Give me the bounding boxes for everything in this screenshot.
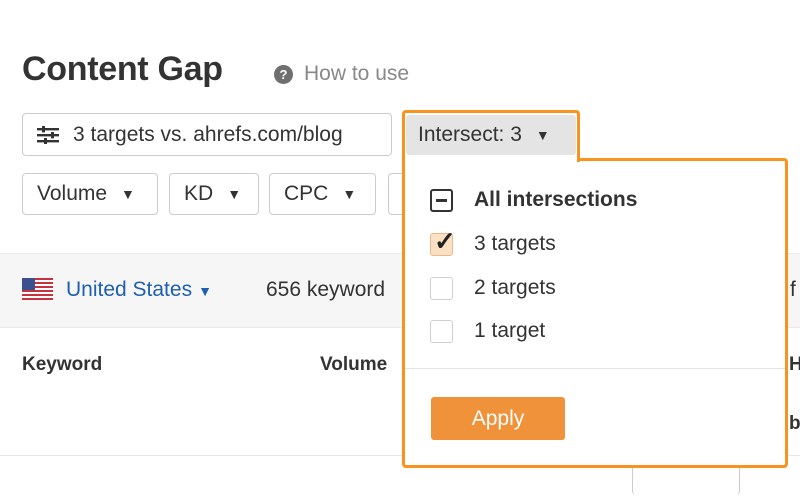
targets-label: 3 targets vs. ahrefs.com/blog [73,122,343,146]
truncated-text: f [790,278,796,301]
how-to-use-label: How to use [304,62,410,85]
keyword-count: 656 keyword [266,278,386,301]
checked-checkbox[interactable]: ✓ [430,226,456,256]
unchecked-checkbox[interactable] [430,276,453,300]
caret-down-icon: ▼ [198,283,212,299]
indeterminate-checkbox[interactable] [430,188,453,212]
caret-down-icon: ▼ [227,186,242,202]
page-title: Content Gap [22,50,223,88]
table-row-partial [632,465,740,495]
column-header-keyword[interactable]: Keyword [22,354,102,376]
kd-filter-label: KD [184,182,214,205]
cpc-filter-label: CPC [284,182,329,205]
option-all-intersections[interactable]: All intersections [430,188,637,212]
kd-filter[interactable]: KD ▼ [169,173,259,215]
country-label: United States [66,278,193,301]
option-label: 1 target [474,319,546,342]
us-flag-icon [22,278,53,300]
option-3-targets[interactable]: ✓ 3 targets [430,226,556,256]
caret-down-icon: ▼ [535,127,550,143]
intersect-dropdown-tab-join [405,156,577,162]
option-label: 2 targets [474,276,556,299]
volume-filter-label: Volume [37,182,108,205]
option-1-target[interactable]: 1 target [430,319,545,343]
option-label: All intersections [474,188,638,211]
cpc-filter[interactable]: CPC ▼ [269,173,376,215]
option-2-targets[interactable]: 2 targets [430,276,556,300]
unchecked-checkbox[interactable] [430,319,453,343]
targets-button[interactable]: 3 targets vs. ahrefs.com/blog [22,113,392,156]
how-to-use-link[interactable]: ? How to use [274,62,409,86]
intersect-label: Intersect: 3 [418,123,522,146]
column-header-volume[interactable]: Volume [320,354,387,376]
option-label: 3 targets [474,232,556,255]
volume-filter[interactable]: Volume ▼ [22,173,158,215]
intersect-button[interactable]: Intersect: 3 ▼ [406,115,576,155]
caret-down-icon: ▼ [342,186,357,202]
truncated-subheader: b [789,413,800,434]
sliders-icon [37,125,59,144]
caret-down-icon: ▼ [121,186,135,202]
country-select[interactable]: United States ▼ [66,278,212,302]
column-header-partial[interactable]: H [789,354,800,376]
checkmark-icon: ✓ [434,225,456,256]
question-circle-icon: ? [274,64,293,84]
dropdown-divider [405,368,785,369]
apply-button[interactable]: Apply [431,397,565,440]
